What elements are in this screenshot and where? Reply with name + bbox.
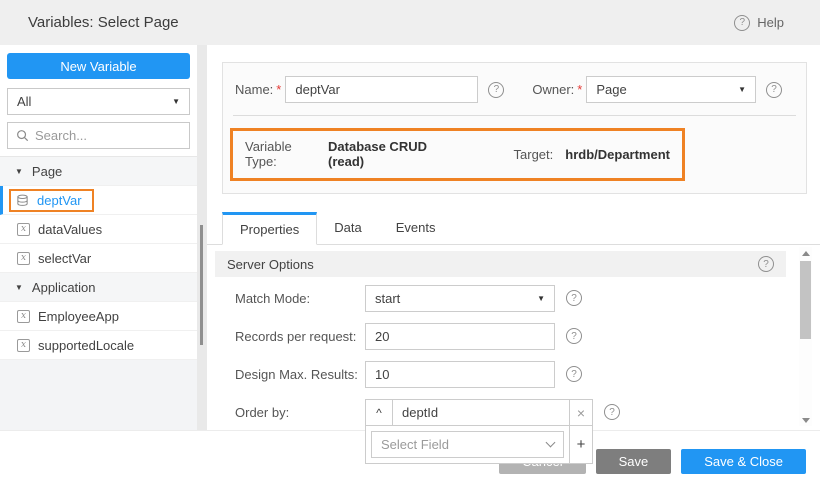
sidebar-item-label: dataValues <box>38 222 102 237</box>
scope-filter-select[interactable]: All ▼ <box>7 88 190 115</box>
records-per-request-label: Records per request: <box>235 323 365 344</box>
scroll-down-icon <box>802 418 810 423</box>
sidebar-item-label: selectVar <box>38 251 91 266</box>
help-icon[interactable]: ? <box>758 256 774 272</box>
variable-search <box>7 122 190 149</box>
help-icon[interactable]: ? <box>604 404 620 420</box>
name-field[interactable] <box>285 76 478 103</box>
scroll-up-icon <box>802 251 810 256</box>
search-icon <box>16 129 29 142</box>
chevron-up-icon: ^ <box>376 406 382 420</box>
sidebar-item-employeeapp[interactable]: EmployeeApp <box>0 302 197 331</box>
detail-tabs: Properties Data Events <box>207 212 820 245</box>
order-by-row: Order by: ^ deptId × <box>235 399 786 464</box>
help-icon[interactable]: ? <box>566 328 582 344</box>
order-by-field-select[interactable]: Select Field <box>371 431 564 458</box>
variable-summary-box: Name: * ? Owner: * Page ▼ ? Variable Typ… <box>222 62 807 194</box>
match-mode-row: Match Mode: start ▼ ? <box>235 285 786 312</box>
sidebar-item-label: supportedLocale <box>38 338 134 353</box>
scroll-down-button[interactable] <box>799 414 812 426</box>
sort-direction-button[interactable]: ^ <box>366 400 393 425</box>
tree-group-application[interactable]: ▼ Application <box>0 273 197 302</box>
help-icon[interactable]: ? <box>766 82 782 98</box>
design-max-results-label: Design Max. Results: <box>235 361 365 382</box>
records-per-request-row: Records per request: ? <box>235 323 786 350</box>
owner-select[interactable]: Page ▼ <box>586 76 756 103</box>
caret-down-icon: ▼ <box>537 294 545 303</box>
sidebar-item-supportedlocale[interactable]: supportedLocale <box>0 331 197 360</box>
plus-icon: + <box>577 436 586 453</box>
design-max-results-row: Design Max. Results: ? <box>235 361 786 388</box>
selected-item-highlight: deptVar <box>9 189 94 212</box>
match-mode-value: start <box>375 291 400 306</box>
caret-down-icon: ▼ <box>15 167 23 176</box>
design-max-results-field[interactable] <box>365 361 555 388</box>
sidebar-item-selectvar[interactable]: selectVar <box>0 244 197 273</box>
variables-tree: ▼ Page deptVar dataValues selectVar <box>0 156 197 360</box>
required-asterisk: * <box>577 82 582 97</box>
target-value: hrdb/Department <box>565 147 670 162</box>
page-title: Variables: Select Page <box>28 14 179 31</box>
scrollbar-thumb[interactable] <box>800 261 811 339</box>
match-mode-label: Match Mode: <box>235 285 365 306</box>
variable-icon <box>17 339 30 352</box>
close-icon: × <box>577 405 585 421</box>
variable-icon <box>17 223 30 236</box>
variable-type-label: Variable Type: <box>245 139 312 169</box>
records-per-request-field[interactable] <box>365 323 555 350</box>
chevron-down-icon <box>546 438 556 448</box>
sidebar-item-label: EmployeeApp <box>38 309 119 324</box>
tab-properties[interactable]: Properties <box>222 212 317 245</box>
caret-down-icon: ▼ <box>738 85 746 94</box>
tree-group-label: Page <box>32 164 62 179</box>
help-label: Help <box>757 15 784 30</box>
variable-type-value: Database CRUD (read) <box>328 139 442 169</box>
order-by-builder: ^ deptId × Select Field <box>365 399 593 464</box>
variables-sidebar: New Variable All ▼ ▼ Page <box>0 45 197 430</box>
tree-group-label: Application <box>32 280 96 295</box>
variable-type-highlight-box: Variable Type: Database CRUD (read) Targ… <box>230 128 685 181</box>
server-options-section-header: Server Options ? <box>215 251 786 277</box>
sidebar-scrollbar-thumb[interactable] <box>200 225 203 345</box>
sidebar-item-deptvar[interactable]: deptVar <box>0 186 197 215</box>
order-by-field-value[interactable]: deptId <box>393 400 569 425</box>
search-input[interactable] <box>35 128 181 143</box>
required-asterisk: * <box>276 82 281 97</box>
order-by-field-placeholder: Select Field <box>381 437 449 452</box>
tree-group-page[interactable]: ▼ Page <box>0 157 197 186</box>
new-variable-button[interactable]: New Variable <box>7 53 190 79</box>
help-icon: ? <box>734 15 750 31</box>
variable-icon <box>17 252 30 265</box>
sidebar-item-datavalues[interactable]: dataValues <box>0 215 197 244</box>
scope-filter-value: All <box>17 94 31 109</box>
sidebar-empty-area <box>0 360 197 430</box>
tab-events[interactable]: Events <box>379 211 453 244</box>
sidebar-item-label: deptVar <box>37 193 82 208</box>
help-button[interactable]: ? Help <box>734 15 784 31</box>
match-mode-select[interactable]: start ▼ <box>365 285 555 312</box>
target-label: Target: <box>514 147 554 162</box>
add-order-field-button[interactable]: + <box>569 426 592 463</box>
owner-value: Page <box>596 82 626 97</box>
variables-dialog: Variables: Select Page ? Help New Variab… <box>0 0 820 492</box>
variable-detail-panel: Name: * ? Owner: * Page ▼ ? Variable Typ… <box>207 45 820 430</box>
help-icon[interactable]: ? <box>488 82 504 98</box>
variable-icon <box>17 310 30 323</box>
sidebar-scrollbar[interactable] <box>197 45 207 430</box>
section-title: Server Options <box>227 257 314 272</box>
help-icon[interactable]: ? <box>566 366 582 382</box>
order-by-label: Order by: <box>235 399 365 420</box>
properties-tab-content: Server Options ? Match Mode: start ▼ ? R… <box>207 245 820 430</box>
tab-data[interactable]: Data <box>317 211 378 244</box>
name-label: Name: <box>235 82 273 97</box>
remove-order-field-button[interactable]: × <box>569 400 592 425</box>
help-icon[interactable]: ? <box>566 290 582 306</box>
scroll-up-button[interactable] <box>799 247 812 259</box>
owner-label: Owner: <box>532 82 574 97</box>
dialog-header: Variables: Select Page ? Help <box>0 0 820 45</box>
caret-down-icon: ▼ <box>172 97 180 106</box>
database-icon <box>16 194 29 207</box>
caret-down-icon: ▼ <box>15 283 23 292</box>
properties-scrollbar[interactable] <box>799 247 812 426</box>
